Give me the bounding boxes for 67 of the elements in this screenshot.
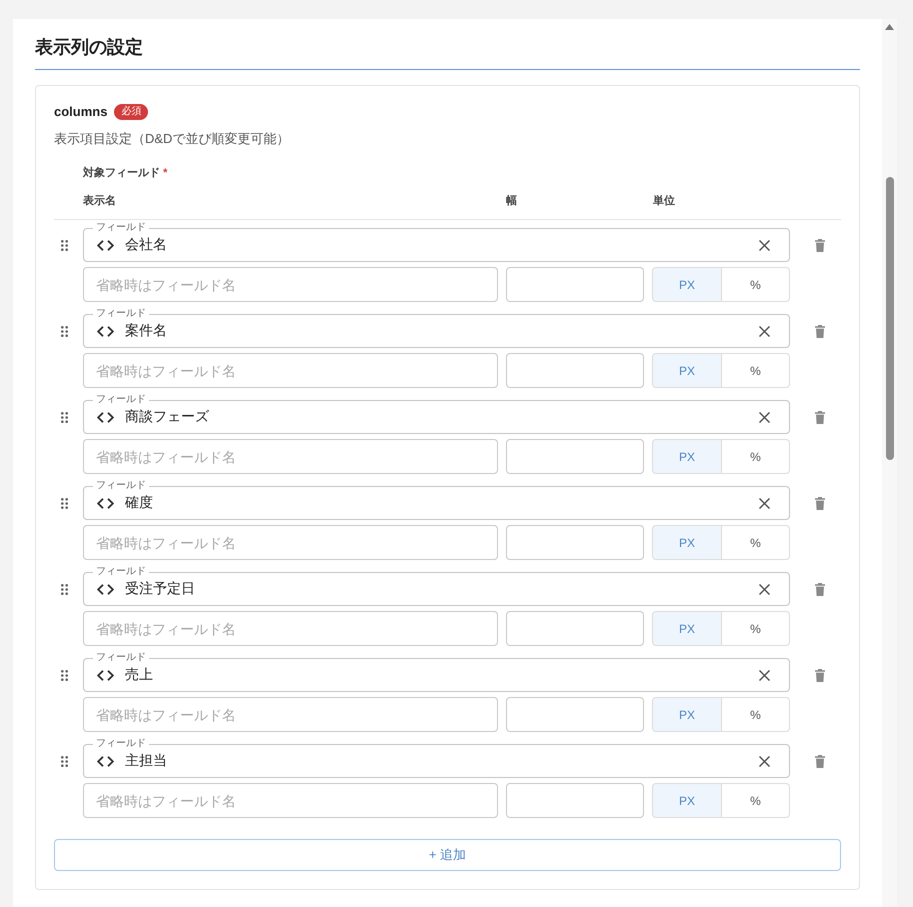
field-select[interactable]: フィールド 確度 [83, 479, 790, 520]
column-header: 幅 [506, 195, 517, 207]
drag-handle-icon[interactable] [61, 584, 68, 595]
close-icon[interactable] [759, 240, 770, 250]
section-title: 表示列の設定 [35, 19, 860, 70]
close-icon[interactable] [759, 670, 770, 680]
property-description: 表示項目設定（D&Dで並び順変更可能） [54, 130, 290, 148]
unit-option[interactable]: % [722, 783, 790, 818]
drag-handle-icon[interactable] [61, 240, 68, 251]
unit-option[interactable]: % [722, 439, 790, 474]
display-name-input[interactable]: 省略時はフィールド名 [83, 353, 498, 388]
drag-handle-icon[interactable] [61, 326, 68, 337]
width-input[interactable] [506, 611, 644, 646]
drag-handle-icon[interactable] [61, 756, 68, 767]
code-brackets-icon [97, 670, 114, 680]
field-select[interactable]: フィールド 商談フェーズ [83, 393, 790, 434]
code-brackets-icon [97, 584, 114, 594]
close-icon[interactable] [759, 412, 770, 422]
display-name-input[interactable]: 省略時はフィールド名 [83, 439, 498, 474]
field-select[interactable]: フィールド 受注予定日 [83, 565, 790, 606]
display-name-input[interactable]: 省略時はフィールド名 [83, 611, 498, 646]
unit-option[interactable]: % [722, 353, 790, 388]
display-name-input[interactable]: 省略時はフィールド名 [83, 267, 498, 302]
unit-option[interactable]: % [722, 697, 790, 732]
field-group-label: 対象フィールド * [83, 166, 168, 181]
width-input[interactable] [506, 697, 644, 732]
scroll-up-arrow-icon[interactable] [885, 24, 894, 30]
display-name-input[interactable]: 省略時はフィールド名 [83, 525, 498, 560]
trash-icon[interactable] [815, 583, 825, 596]
code-brackets-icon [97, 756, 114, 766]
trash-icon[interactable] [815, 239, 825, 252]
drag-handle-icon[interactable] [61, 670, 68, 681]
trash-icon[interactable] [815, 411, 825, 424]
unit-option[interactable]: % [722, 525, 790, 560]
drag-handle-icon[interactable] [61, 498, 68, 509]
code-brackets-icon [97, 498, 114, 508]
field-select[interactable]: フィールド 主担当 [83, 737, 790, 778]
close-icon[interactable] [759, 326, 770, 336]
width-input[interactable] [506, 783, 644, 818]
display-name-input[interactable]: 省略時はフィールド名 [83, 697, 498, 732]
field-select[interactable]: フィールド 売上 [83, 651, 790, 692]
close-icon[interactable] [759, 584, 770, 594]
code-brackets-icon [97, 412, 114, 422]
field-select[interactable]: フィールド 会社名 [83, 221, 790, 262]
width-input[interactable] [506, 439, 644, 474]
scrollbar-thumb[interactable] [886, 177, 894, 460]
width-input[interactable] [506, 267, 644, 302]
unit-option[interactable]: % [722, 267, 790, 302]
trash-icon[interactable] [815, 669, 825, 682]
trash-icon[interactable] [815, 497, 825, 510]
property-name: columns [54, 103, 108, 121]
field-select[interactable]: フィールド 案件名 [83, 307, 790, 348]
close-icon[interactable] [759, 498, 770, 508]
unit-option[interactable]: % [722, 611, 790, 646]
close-icon[interactable] [759, 756, 770, 766]
column-header: 単位 [653, 195, 675, 207]
width-input[interactable] [506, 353, 644, 388]
display-name-input[interactable]: 省略時はフィールド名 [83, 783, 498, 818]
width-input[interactable] [506, 525, 644, 560]
code-brackets-icon [97, 240, 114, 250]
column-header: 表示名 [83, 195, 116, 207]
required-badge: 必須 [114, 104, 148, 120]
trash-icon[interactable] [815, 325, 825, 338]
code-brackets-icon [97, 326, 114, 336]
drag-handle-icon[interactable] [61, 412, 68, 423]
add-button[interactable]: + 追加 [54, 839, 841, 871]
trash-icon[interactable] [815, 755, 825, 768]
